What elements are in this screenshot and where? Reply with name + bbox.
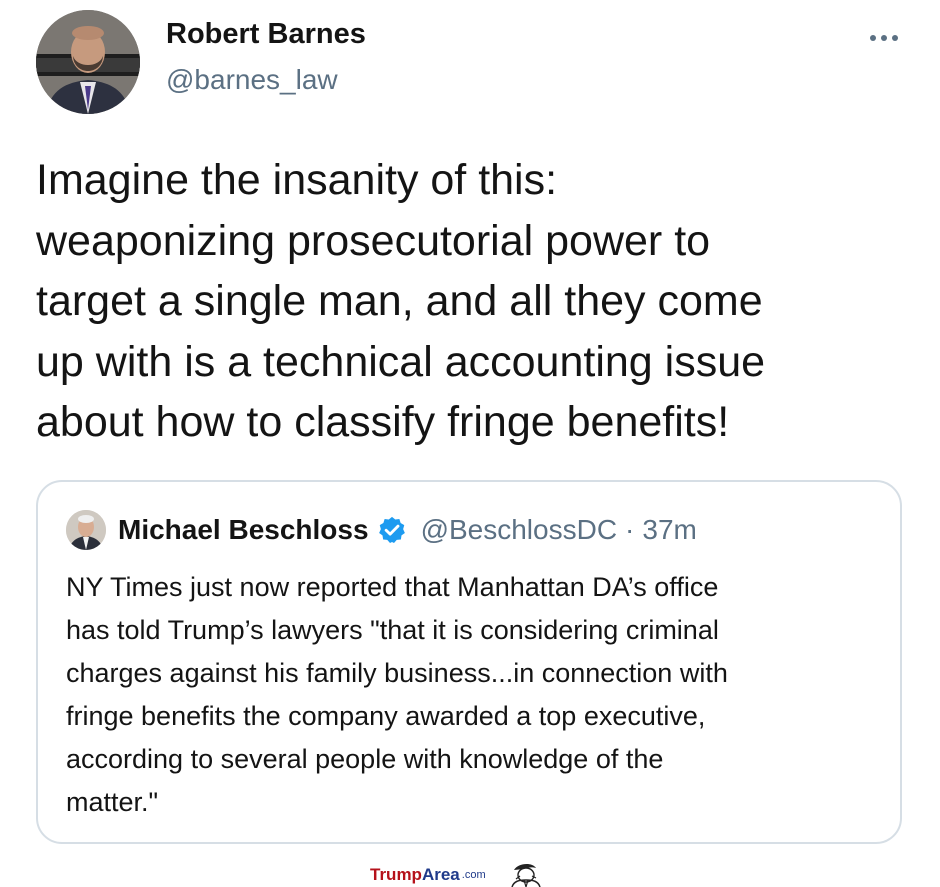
tweet-text-line: about how to classify fringe benefits! xyxy=(36,398,730,446)
author-name[interactable]: Robert Barnes xyxy=(166,18,366,51)
verified-badge-icon xyxy=(378,516,405,543)
tweet-text: Imagine the insanity of this: weaponizin… xyxy=(36,150,916,453)
person-avatar-icon xyxy=(66,510,106,550)
tweet-text-line: weaponizing prosecutorial power to xyxy=(36,216,711,265)
watermark: Trump Area .com xyxy=(370,862,544,887)
quoted-text-line: has told Trump’s lawyers "that it is con… xyxy=(66,615,719,645)
tweet-text-line: Imagine the insanity of this: xyxy=(36,156,558,204)
tweet: Robert Barnes @barnes_law Imagine the in… xyxy=(0,0,940,862)
quoted-author-avatar[interactable] xyxy=(66,510,106,550)
quoted-author-handle[interactable]: @BeschlossDC xyxy=(421,514,617,546)
quoted-text-line: according to several people with knowled… xyxy=(66,744,664,774)
author-avatar[interactable] xyxy=(36,10,140,114)
quoted-tweet-timestamp[interactable]: 37m xyxy=(642,514,696,546)
watermark-text-red: Trump xyxy=(370,864,422,884)
quoted-text-line: fringe benefits the company awarded a to… xyxy=(66,701,706,731)
quoted-tweet-text: NY Times just now reported that Manhatta… xyxy=(66,566,886,824)
quoted-text-line: charges against his family business...in… xyxy=(66,658,728,688)
separator-dot: · xyxy=(625,514,635,545)
tweet-text-line: up with is a technical accounting issue xyxy=(36,337,766,386)
quoted-text-line: matter." xyxy=(66,787,159,817)
quoted-tweet-header: Michael Beschloss @BeschlossDC · 37m xyxy=(118,510,697,550)
caricature-icon xyxy=(510,864,541,887)
quoted-author-name[interactable]: Michael Beschloss xyxy=(118,514,369,546)
tweet-text-line: target a single man, and all they come xyxy=(36,277,763,325)
author-handle[interactable]: @barnes_law xyxy=(166,64,338,96)
quoted-tweet-card[interactable]: Michael Beschloss @BeschlossDC · 37m NY … xyxy=(36,480,902,844)
watermark-text-blue: Area xyxy=(421,864,460,884)
person-avatar-icon xyxy=(36,10,140,114)
more-options-button[interactable] xyxy=(862,18,906,58)
watermark-suffix: .com xyxy=(461,868,486,881)
more-horizontal-icon xyxy=(870,35,876,41)
quoted-text-line: NY Times just now reported that Manhatta… xyxy=(66,572,719,602)
